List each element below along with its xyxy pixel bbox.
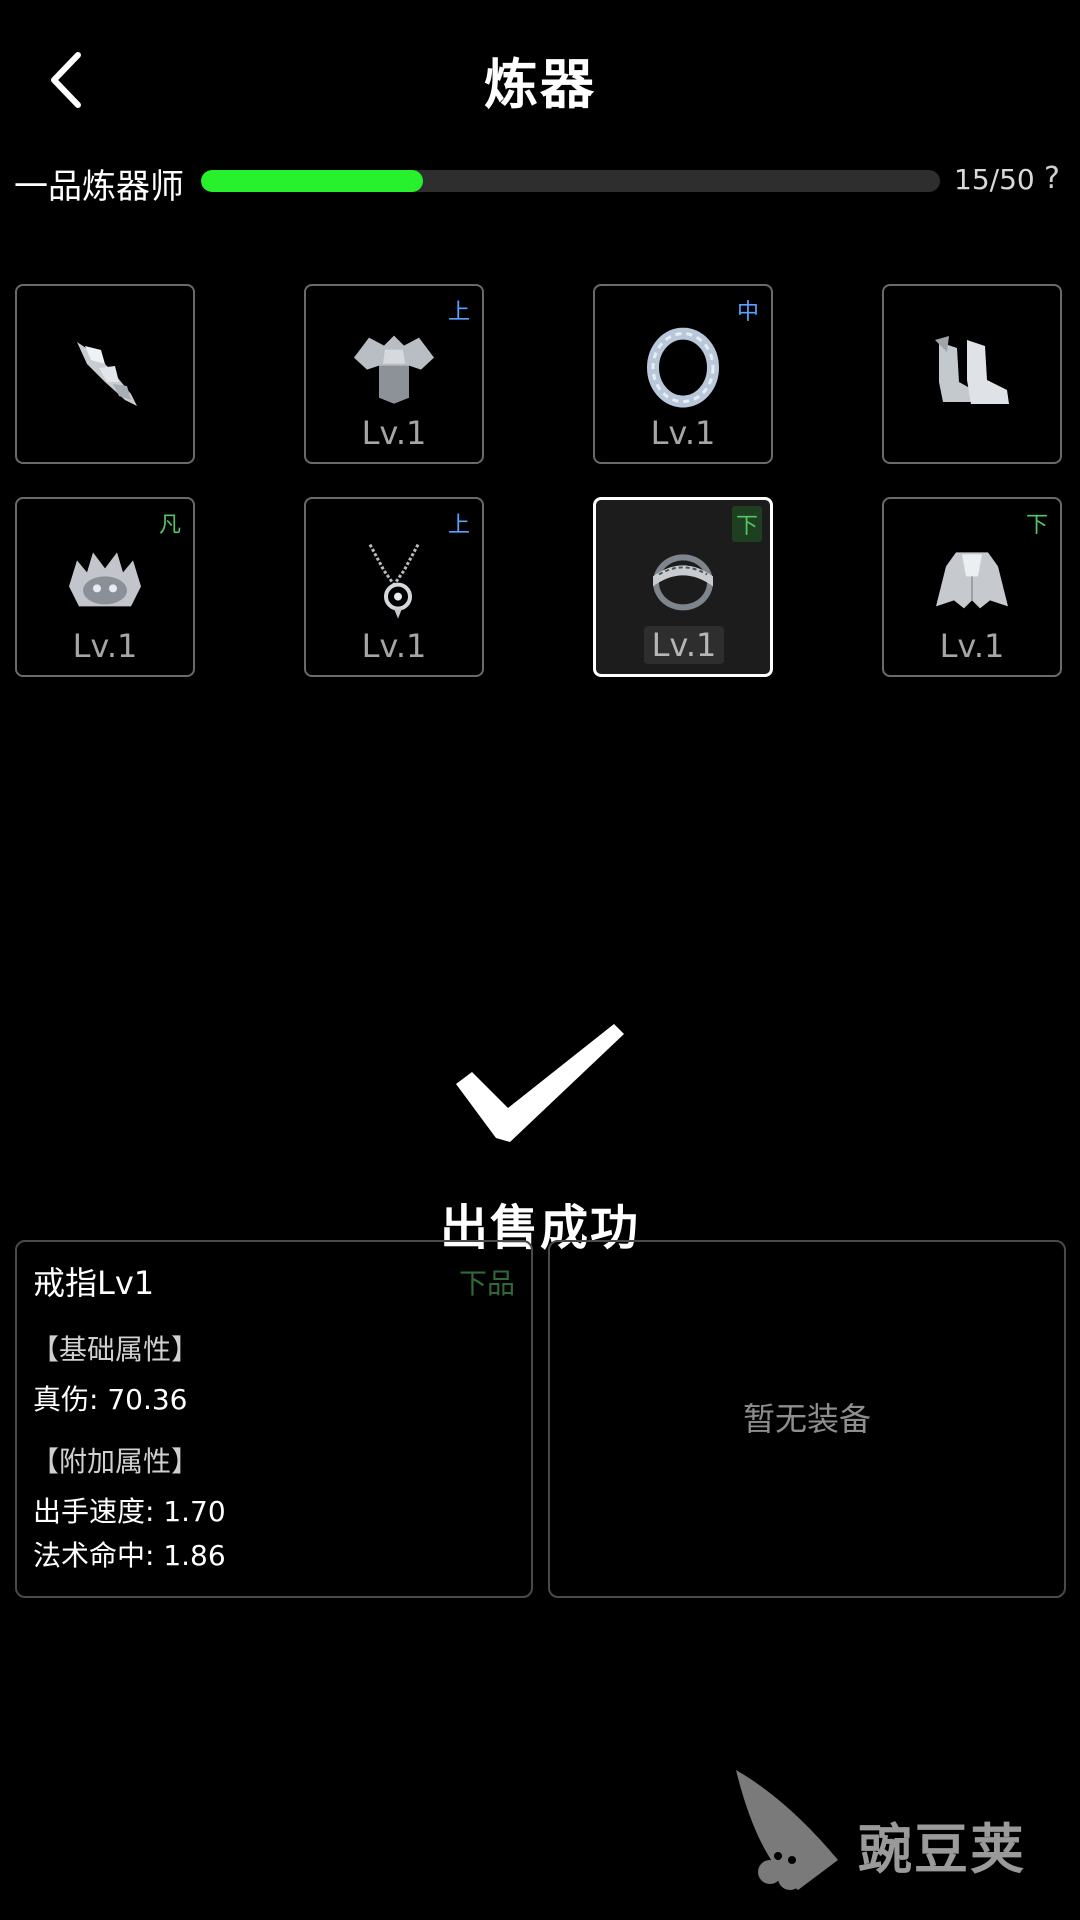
slot-grade: 中 <box>736 300 759 325</box>
cloak-icon <box>936 552 1008 609</box>
top-bar: 炼器 <box>0 0 1080 150</box>
equipment-slot-bracelet[interactable]: 中 Lv.1 <box>593 284 773 464</box>
base-attributes-title: 【基础属性】 <box>31 1333 200 1366</box>
help-icon[interactable]: ? <box>1044 161 1060 196</box>
helmet-icon <box>69 552 141 607</box>
slot-level: Lv.1 <box>939 627 1005 665</box>
ring-icon <box>653 554 713 611</box>
empty-equipment-text: 暂无装备 <box>742 1400 871 1438</box>
slot-level: Lv.1 <box>361 627 427 665</box>
slot-grade: 下 <box>731 506 762 542</box>
checkmark-icon <box>456 1024 624 1142</box>
equipment-slot-cloak[interactable]: 下 Lv.1 <box>882 497 1062 677</box>
slot-grade: 上 <box>447 300 470 325</box>
equipment-slot-sword[interactable] <box>15 284 195 464</box>
equipment-slot-boots[interactable] <box>882 284 1062 464</box>
necklace-icon <box>368 543 420 619</box>
equipment-slot-ring[interactable]: 下 Lv.1 <box>593 497 773 677</box>
item-detail-panel: 戒指Lv1 下品 【基础属性】 真伤: 70.36 【附加属性】 出手速度: 1… <box>15 1240 533 1598</box>
slot-grade: 下 <box>1025 513 1048 538</box>
progress-bar <box>201 170 940 192</box>
slot-level: Lv.1 <box>361 414 427 452</box>
slot-grade: 凡 <box>158 513 181 538</box>
watermark-text: 豌豆荚 <box>858 1818 1026 1881</box>
boots-icon <box>935 336 1009 404</box>
slot-grade <box>177 292 185 296</box>
slot-grade <box>1044 292 1052 296</box>
slot-level: Lv.1 <box>72 627 138 665</box>
equipment-slot-helmet[interactable]: 凡 Lv.1 <box>15 497 195 677</box>
item-quality: 下品 <box>459 1267 516 1300</box>
compare-panel: 暂无装备 <box>548 1240 1066 1598</box>
progress-count: 15/50 <box>954 163 1035 196</box>
slot-level: Lv.1 <box>650 414 716 452</box>
rank-progress-row: 一品炼器师 15/50 ? <box>0 155 1080 207</box>
rank-label: 一品炼器师 <box>14 167 184 207</box>
equipment-slot-necklace[interactable]: 上 Lv.1 <box>304 497 484 677</box>
slot-level: Lv.1 <box>644 626 724 664</box>
item-name: 戒指Lv1 <box>33 1264 155 1302</box>
page-title: 炼器 <box>484 53 596 116</box>
extra-attributes-title: 【附加属性】 <box>31 1445 200 1478</box>
slot-grade: 上 <box>447 513 470 538</box>
base-stat: 真伤: 70.36 <box>33 1383 188 1416</box>
armor-icon <box>354 335 434 404</box>
equipment-slot-armor[interactable]: 上 Lv.1 <box>304 284 484 464</box>
extra-stat: 法术命中: 1.86 <box>33 1539 226 1572</box>
equipment-grid: 上 Lv.1 中 Lv.1 凡 Lv.1 上 Lv.1 下 Lv.1 下 Lv.… <box>0 284 1080 684</box>
progress-fill <box>201 170 423 192</box>
bracelet-icon <box>647 327 719 408</box>
sword-icon <box>77 342 137 406</box>
extra-stat: 出手速度: 1.70 <box>33 1495 226 1528</box>
